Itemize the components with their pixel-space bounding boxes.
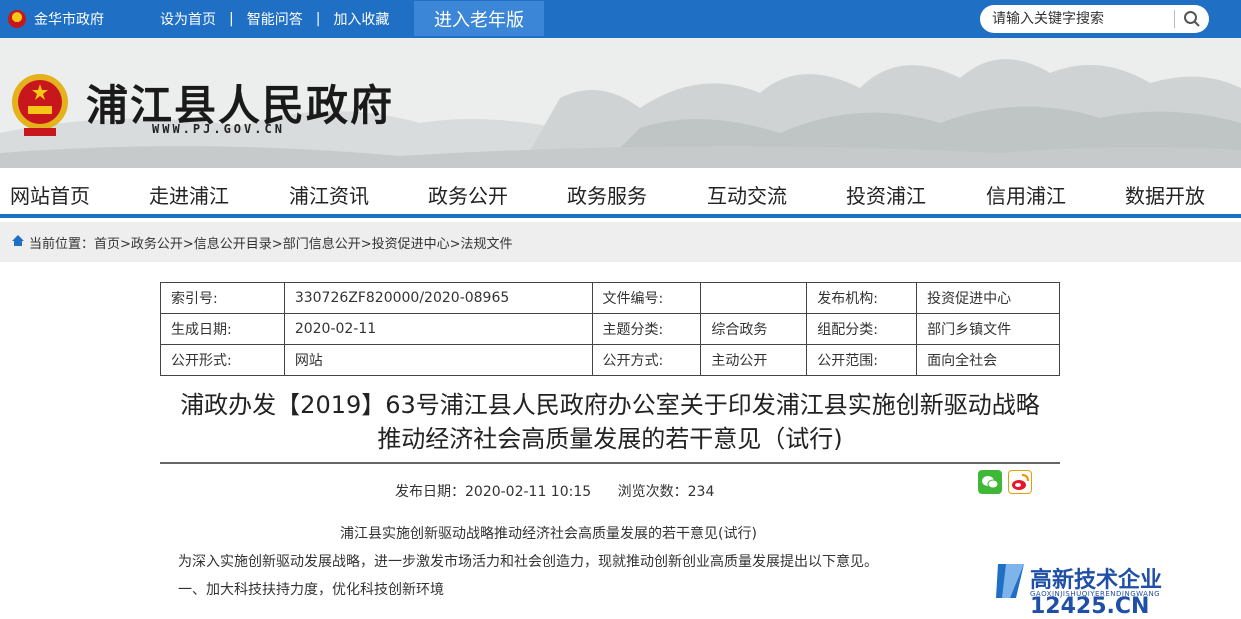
group-value: 部门乡镇文件 (917, 314, 1060, 345)
topic-label: 主题分类: (592, 314, 701, 345)
elder-version-button[interactable]: 进入老年版 (414, 1, 544, 36)
smart-qa-link[interactable]: 智能问答 (247, 9, 303, 29)
nav-gov-services[interactable]: 政务服务 (567, 180, 647, 209)
separator: | (229, 11, 234, 27)
open-form-label: 公开形式: (161, 345, 285, 376)
site-banner: 浦江县人民政府 WWW.PJ.GOV.CN (0, 38, 1241, 168)
publish-date: 发布日期：2020-02-11 10:15 (395, 484, 591, 500)
title-line-1: 浦政办发【2019】63号浦江县人民政府办公室关于印发浦江县实施创新驱动战略 (160, 388, 1060, 422)
breadcrumb-path[interactable]: 首页>政务公开>信息公开目录>部门信息公开>投资促进中心>法规文件 (94, 233, 512, 252)
nav-open-data[interactable]: 数据开放 (1125, 180, 1205, 209)
index-value: 330726ZF820000/2020-08965 (284, 283, 592, 314)
doc-number-value (701, 283, 807, 314)
breadcrumb-prefix: 当前位置： (29, 233, 94, 252)
watermark-subtext: GAOXINJISHUQIYERENDINGWANG (1030, 590, 1160, 598)
national-emblem-icon (10, 72, 70, 138)
breadcrumb: 当前位置： 首页>政务公开>信息公开目录>部门信息公开>投资促进中心>法规文件 (0, 222, 1241, 262)
table-row: 公开形式: 网站 公开方式: 主动公开 公开范围: 面向全社会 (161, 345, 1060, 376)
national-emblem-icon (8, 10, 26, 28)
nav-credit[interactable]: 信用浦江 (986, 180, 1066, 209)
nav-investment[interactable]: 投资浦江 (846, 180, 926, 209)
doc-number-label: 文件编号: (592, 283, 701, 314)
search-input[interactable] (992, 6, 1172, 32)
document-title: 浦政办发【2019】63号浦江县人民政府办公室关于印发浦江县实施创新驱动战略 推… (160, 388, 1060, 456)
search-box (980, 5, 1209, 33)
top-links: 设为首页 | 智能问答 | 加入收藏 (160, 0, 389, 38)
city-gov-link[interactable]: 金华市政府 (8, 0, 104, 38)
index-label: 索引号: (161, 283, 285, 314)
main-nav: 网站首页 走进浦江 浦江资讯 政务公开 政务服务 互动交流 投资浦江 信用浦江 … (0, 168, 1241, 218)
publisher-label: 发布机构: (807, 283, 917, 314)
nav-home[interactable]: 网站首页 (10, 180, 90, 209)
group-label: 组配分类: (807, 314, 917, 345)
open-form-value: 网站 (284, 345, 592, 376)
set-homepage-link[interactable]: 设为首页 (160, 9, 216, 29)
table-row: 生成日期: 2020-02-11 主题分类: 综合政务 组配分类: 部门乡镇文件 (161, 314, 1060, 345)
created-date-label: 生成日期: (161, 314, 285, 345)
nav-news[interactable]: 浦江资讯 (289, 180, 369, 209)
search-icon[interactable] (1175, 6, 1209, 32)
site-url: WWW.PJ.GOV.CN (152, 122, 285, 136)
nav-interaction[interactable]: 互动交流 (707, 180, 787, 209)
wechat-icon[interactable] (978, 470, 1002, 494)
view-count: 浏览次数：234 (618, 484, 715, 500)
open-method-label: 公开方式: (592, 345, 701, 376)
document-info-table: 索引号: 330726ZF820000/2020-08965 文件编号: 发布机… (160, 282, 1060, 376)
title-line-2: 推动经济社会高质量发展的若干意见（试行) (160, 422, 1060, 456)
topic-value: 综合政务 (701, 314, 807, 345)
title-divider (160, 462, 1060, 464)
open-scope-value: 面向全社会 (917, 345, 1060, 376)
separator: | (316, 11, 321, 27)
body-section-heading: 一、加大科技扶持力度，优化科技创新环境 (178, 579, 444, 599)
table-row: 索引号: 330726ZF820000/2020-08965 文件编号: 发布机… (161, 283, 1060, 314)
add-favorite-link[interactable]: 加入收藏 (333, 9, 389, 29)
open-method-value: 主动公开 (701, 345, 807, 376)
body-heading: 浦江县实施创新驱动战略推动经济社会高质量发展的若干意见(试行) (340, 523, 757, 543)
city-gov-label: 金华市政府 (34, 9, 104, 29)
home-icon (11, 234, 25, 251)
weibo-icon[interactable] (1008, 470, 1032, 494)
publisher-value: 投资促进中心 (917, 283, 1060, 314)
nav-gov-affairs-open[interactable]: 政务公开 (428, 180, 508, 209)
body-paragraph: 为深入实施创新驱动发展战略，进一步激发市场活力和社会创造力，现就推动创新创业高质… (178, 551, 878, 571)
nav-about[interactable]: 走进浦江 (149, 180, 229, 209)
top-bar: 金华市政府 设为首页 | 智能问答 | 加入收藏 进入老年版 (0, 0, 1241, 38)
open-scope-label: 公开范围: (807, 345, 917, 376)
created-date-value: 2020-02-11 (284, 314, 592, 345)
document-meta: 发布日期：2020-02-11 10:15 浏览次数：234 (395, 481, 736, 501)
